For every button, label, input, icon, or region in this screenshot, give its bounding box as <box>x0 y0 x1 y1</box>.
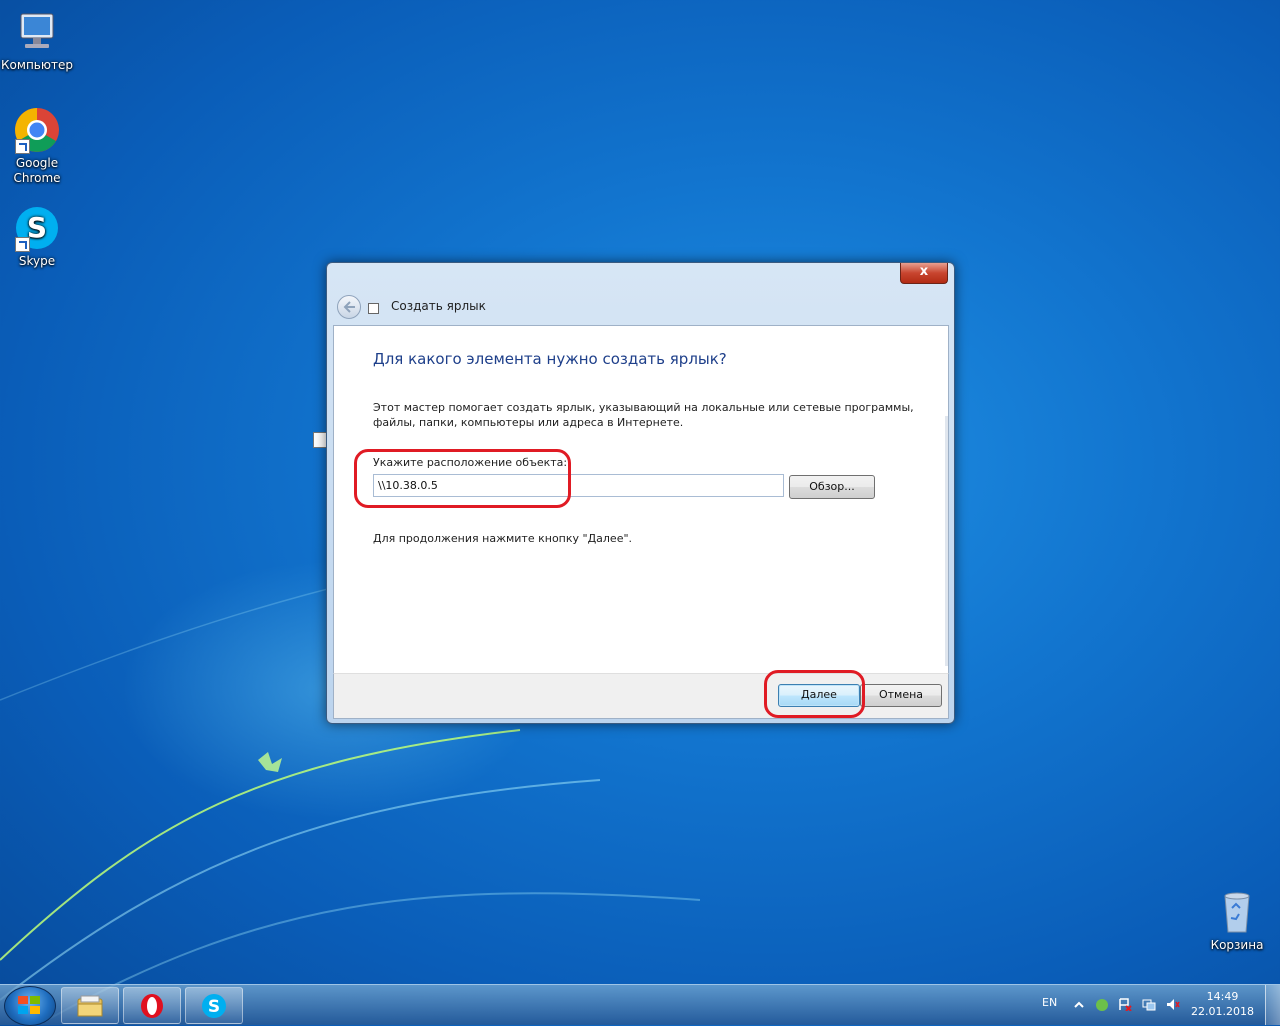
desktop-icon-chrome[interactable]: Google Chrome <box>0 106 74 186</box>
close-button[interactable]: x <box>900 263 948 284</box>
computer-icon <box>13 8 61 56</box>
svg-text:S: S <box>208 997 220 1017</box>
taskbar-skype[interactable]: S <box>185 987 243 1024</box>
cancel-button[interactable]: Отмена <box>860 684 942 707</box>
windows-logo-icon <box>18 996 40 1014</box>
chrome-icon <box>13 106 61 154</box>
back-arrow-icon <box>343 301 355 313</box>
highlight-location-field <box>354 449 571 508</box>
shortcut-arrow-icon <box>15 237 30 252</box>
taskbar-opera[interactable] <box>123 987 181 1024</box>
shortcut-arrow-icon <box>15 139 30 154</box>
start-button[interactable] <box>4 986 56 1026</box>
clock-time: 14:49 <box>1206 990 1239 1003</box>
taskbar-clock[interactable]: 14:49 22.01.2018 <box>1191 989 1254 1019</box>
explorer-icon <box>77 995 103 1017</box>
skype-icon: S <box>202 994 226 1018</box>
action-center-icon[interactable] <box>1118 998 1132 1011</box>
shortcut-icon <box>368 303 379 314</box>
desktop-icon-recycle-bin[interactable]: Корзина <box>1200 888 1274 953</box>
continue-hint: Для продолжения нажмите кнопку "Далее". <box>373 532 633 545</box>
wizard-heading: Для какого элемента нужно создать ярлык? <box>373 350 727 368</box>
dialog-title: Создать ярлык <box>391 299 486 313</box>
show-hidden-icons-icon[interactable] <box>1072 998 1086 1011</box>
wizard-description: Этот мастер помогает создать ярлык, указ… <box>373 401 914 429</box>
skype-icon: S <box>13 204 61 252</box>
desktop-icon-label: Компьютер <box>1 58 73 72</box>
network-icon[interactable] <box>1142 998 1156 1011</box>
tray-app-icon[interactable] <box>1095 998 1109 1011</box>
taskbar-explorer[interactable] <box>61 987 119 1024</box>
content-edge <box>945 416 948 666</box>
language-indicator[interactable]: EN <box>1042 996 1057 1009</box>
browse-button[interactable]: Обзор... <box>789 475 875 499</box>
highlight-next-button <box>764 670 865 718</box>
clock-date: 22.01.2018 <box>1191 1005 1254 1018</box>
desktop-icon-label: Google Chrome <box>13 156 61 185</box>
desktop-icon-computer[interactable]: Компьютер <box>0 8 74 73</box>
desktop-icon-label: Skype <box>18 254 56 268</box>
opera-icon <box>141 994 163 1018</box>
desktop-icon-skype[interactable]: S Skype <box>0 204 74 269</box>
taskbar: S EN 14:49 22.01.2018 <box>0 984 1280 1026</box>
show-desktop-button[interactable] <box>1265 985 1280 1025</box>
desktop-icon-label: Корзина <box>1210 938 1264 952</box>
recycle-bin-icon <box>1213 888 1261 936</box>
back-button[interactable] <box>337 295 361 319</box>
volume-icon[interactable] <box>1166 998 1180 1011</box>
